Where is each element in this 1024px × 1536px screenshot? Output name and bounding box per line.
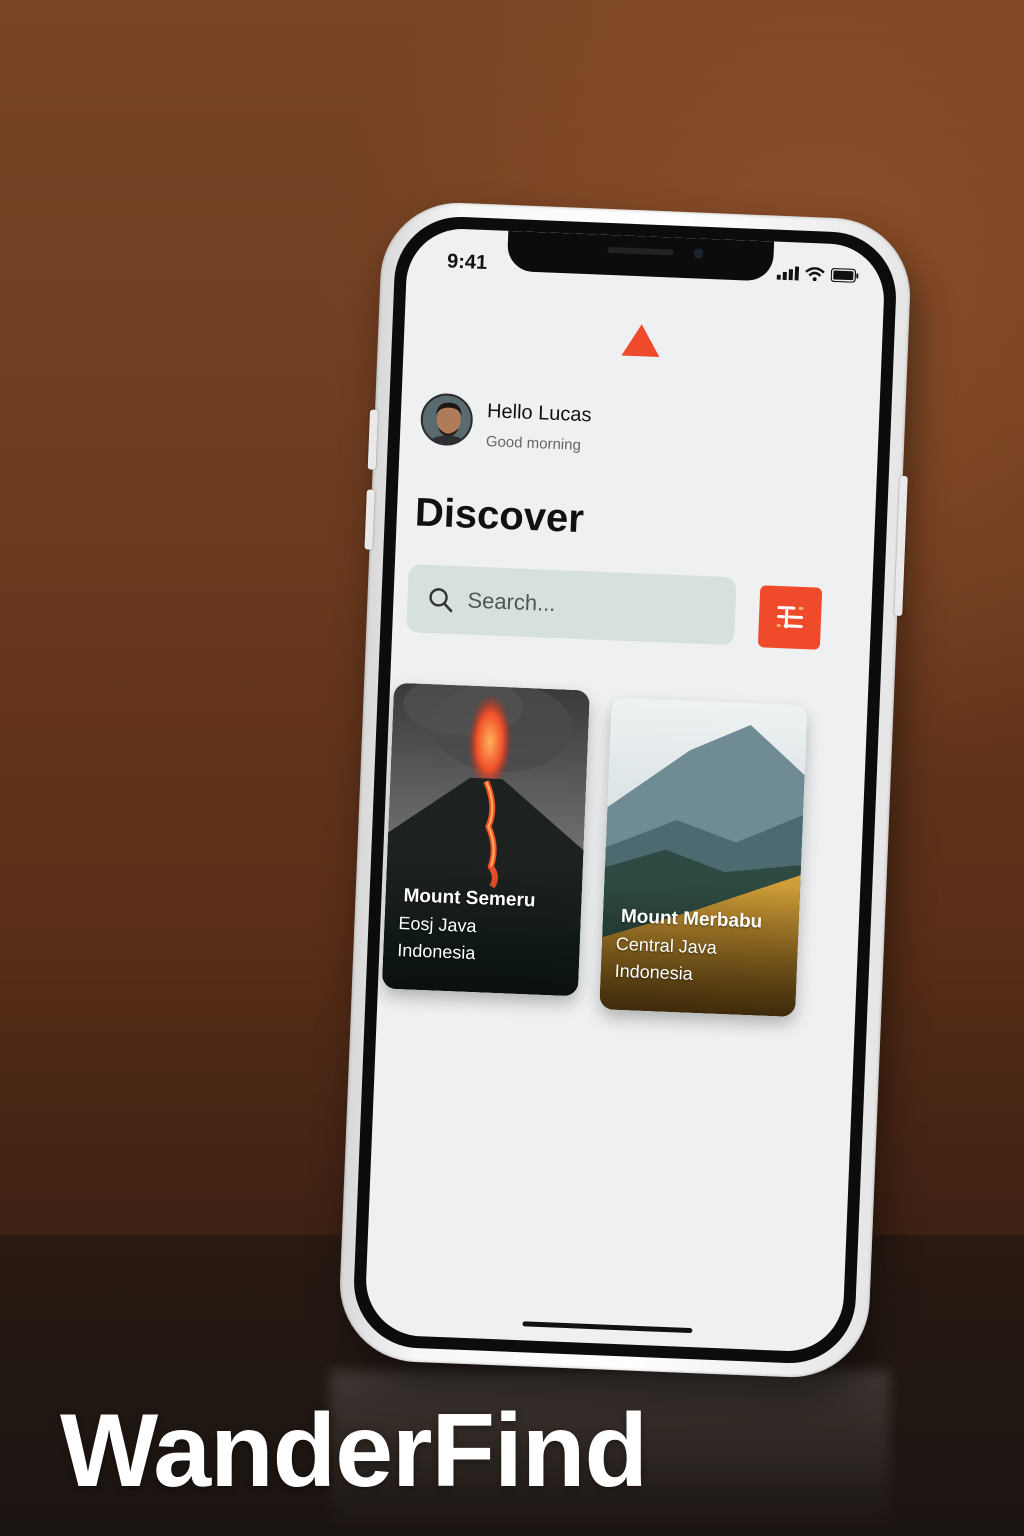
volume-button — [367, 409, 379, 470]
battery-icon — [830, 267, 859, 283]
phone-device: 9:41 Hello Lucas Good morning Discover S… — [336, 199, 914, 1381]
volume-button — [364, 489, 375, 550]
home-indicator[interactable] — [522, 1321, 693, 1334]
destination-region: Central Java — [615, 933, 718, 958]
destination-region: Eosj Java — [398, 913, 477, 937]
front-camera — [693, 248, 704, 259]
status-time: 9:41 — [446, 250, 488, 275]
avatar[interactable] — [419, 392, 474, 447]
search-input[interactable] — [466, 587, 708, 624]
destination-card-semeru[interactable]: Mount Semeru Eosj Java Indonesia — [381, 682, 590, 997]
triangle-logo-icon — [621, 323, 661, 358]
destination-country: Indonesia — [396, 940, 476, 964]
destination-country: Indonesia — [614, 960, 694, 984]
notch — [506, 230, 775, 282]
search-bar[interactable] — [406, 564, 737, 646]
search-icon — [429, 588, 453, 613]
phone-bezel: 9:41 Hello Lucas Good morning Discover S… — [351, 214, 899, 1366]
side-button — [894, 475, 908, 616]
filter-button[interactable] — [757, 585, 823, 650]
page-title: Discover — [414, 490, 585, 542]
wifi-icon — [805, 267, 825, 282]
signal-icon — [776, 266, 800, 281]
destination-card-merbabu[interactable]: Mount Merbabu Central Java Indonesia — [599, 697, 808, 1018]
status-icons — [776, 266, 859, 283]
greeting-text: Hello Lucas — [486, 400, 592, 427]
greeting-subtitle: Good morning — [485, 433, 582, 454]
brand-name: WanderFind — [60, 1393, 648, 1509]
speaker-grille — [607, 246, 674, 256]
filter-icon — [776, 606, 804, 629]
app-screen: 9:41 Hello Lucas Good morning Discover S… — [363, 226, 887, 1354]
